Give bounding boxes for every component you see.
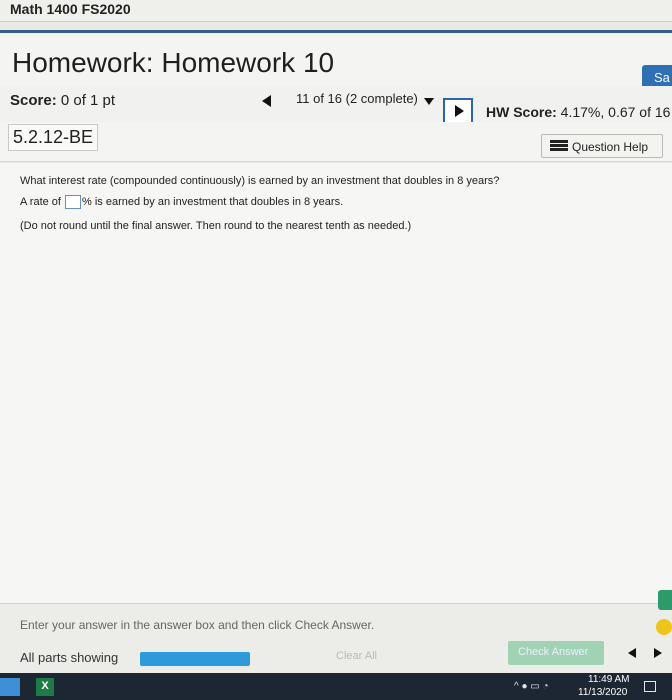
answer-input[interactable] [65, 195, 82, 209]
page-title: Homework: Homework 10 [12, 47, 335, 78]
hw-score-value: 4.17%, 0.67 of 16 [556, 104, 671, 120]
clock-date[interactable]: 11/13/2020 [578, 687, 627, 698]
score: Score: 0 of 1 pt [10, 92, 115, 109]
problem-id: 5.2.12-BE [8, 124, 99, 151]
help-badge-icon[interactable] [656, 619, 672, 635]
next-part-icon[interactable] [654, 648, 662, 658]
question-text: What interest rate (compounded continuou… [20, 175, 500, 187]
windows-taskbar: X ^ ● ▭ ◔ 11:49 AM 11/13/2020 [0, 673, 672, 700]
question-help-button[interactable]: Question Help [541, 134, 663, 158]
answer-suffix: % is earned by an investment that double… [82, 195, 344, 208]
question-progress-select[interactable]: 11 of 16 (2 complete) [296, 91, 418, 106]
answer-footer: Enter your answer in the answer box and … [0, 590, 672, 673]
list-icon [550, 140, 568, 152]
answer-prefix: A rate of [20, 195, 65, 208]
footer-instruction: Enter your answer in the answer box and … [20, 618, 375, 632]
question-help-label: Question Help [572, 140, 649, 154]
hw-score-label: HW Score: [486, 104, 557, 120]
system-tray-icons[interactable]: ^ ● ▭ ◔ [514, 681, 549, 692]
answer-line: A rate of % is earned by an investment t… [20, 195, 343, 209]
course-title: Math 1400 FS2020 [10, 1, 131, 17]
next-question-button[interactable] [443, 98, 473, 124]
question-panel: What interest rate (compounded continuou… [0, 163, 672, 603]
score-label: Score: [10, 92, 57, 109]
side-panel-tab-icon[interactable] [658, 590, 672, 610]
problem-bar: 5.2.12-BE Question Help [0, 122, 672, 162]
play-right-icon [455, 105, 464, 117]
rounding-instruction: (Do not round until the final answer. Th… [20, 220, 412, 232]
clear-all-button[interactable]: Clear All [336, 650, 377, 662]
clock-time[interactable]: 11:49 AM [588, 674, 630, 685]
browser-tab-bar: Math 1400 FS2020 [0, 0, 672, 22]
homework-header: Homework: Homework 10 Sa [0, 30, 672, 91]
score-value: 0 of 1 pt [56, 92, 116, 109]
parts-progress-bar [140, 652, 250, 666]
notification-icon[interactable] [644, 681, 656, 692]
hw-score: HW Score: 4.17%, 0.67 of 16 [486, 104, 670, 120]
previous-question-icon[interactable] [262, 95, 271, 107]
chevron-down-icon[interactable] [424, 98, 434, 105]
previous-part-icon[interactable] [628, 648, 636, 658]
excel-icon[interactable]: X [36, 678, 54, 696]
check-answer-button[interactable]: Check Answer [508, 641, 604, 665]
app-icon[interactable] [0, 678, 20, 696]
parts-showing-label: All parts showing [20, 650, 119, 665]
